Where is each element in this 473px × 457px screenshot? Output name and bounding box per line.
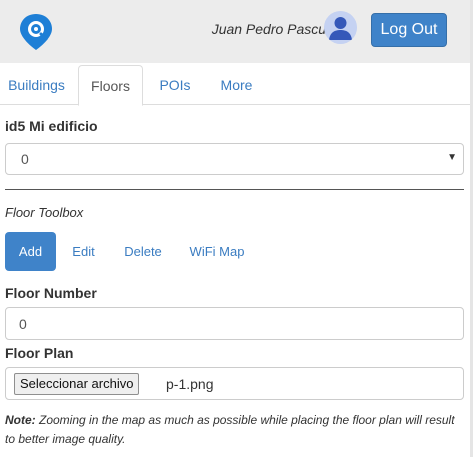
main-tabs: Buildings Floors POIs More xyxy=(0,63,473,106)
floor-plan-label: Floor Plan xyxy=(5,345,74,361)
floor-number-label: Floor Number xyxy=(5,285,97,301)
chevron-down-icon: ▼ xyxy=(447,152,457,163)
floor-number-input[interactable]: 0 xyxy=(5,307,464,340)
logout-button[interactable]: Log Out xyxy=(371,13,447,47)
user-avatar-icon[interactable] xyxy=(324,11,357,44)
tab-buildings[interactable]: Buildings xyxy=(0,65,73,106)
tab-floors[interactable]: Floors xyxy=(78,65,143,106)
delete-button[interactable]: Delete xyxy=(113,232,173,271)
floor-select-value: 0 xyxy=(21,151,29,167)
tab-more[interactable]: More xyxy=(209,65,264,106)
note-text: Note: Zooming in the map as much as poss… xyxy=(5,411,467,449)
floor-plan-file-input: Seleccionar archivo p-1.png xyxy=(5,367,464,400)
app-header: Juan Pedro Pascual Log Out xyxy=(0,0,473,63)
floor-select[interactable]: 0 ▼ xyxy=(5,143,464,175)
edit-button[interactable]: Edit xyxy=(60,232,107,271)
choose-file-button[interactable]: Seleccionar archivo xyxy=(14,373,140,395)
map-pin-logo-icon[interactable] xyxy=(17,12,55,52)
toolbox-title: Floor Toolbox xyxy=(5,205,84,220)
note-prefix: Note: xyxy=(5,413,36,427)
note-body: Zooming in the map as much as possible w… xyxy=(5,413,455,446)
tab-pois[interactable]: POIs xyxy=(147,65,203,106)
divider xyxy=(5,189,464,190)
file-name: p-1.png xyxy=(166,376,214,392)
wifi-map-button[interactable]: WiFi Map xyxy=(180,232,254,271)
floor-number-value: 0 xyxy=(19,316,27,332)
building-title: id5 Mi edificio xyxy=(5,118,98,134)
add-button[interactable]: Add xyxy=(5,232,56,271)
user-name: Juan Pedro Pascual xyxy=(211,21,337,37)
